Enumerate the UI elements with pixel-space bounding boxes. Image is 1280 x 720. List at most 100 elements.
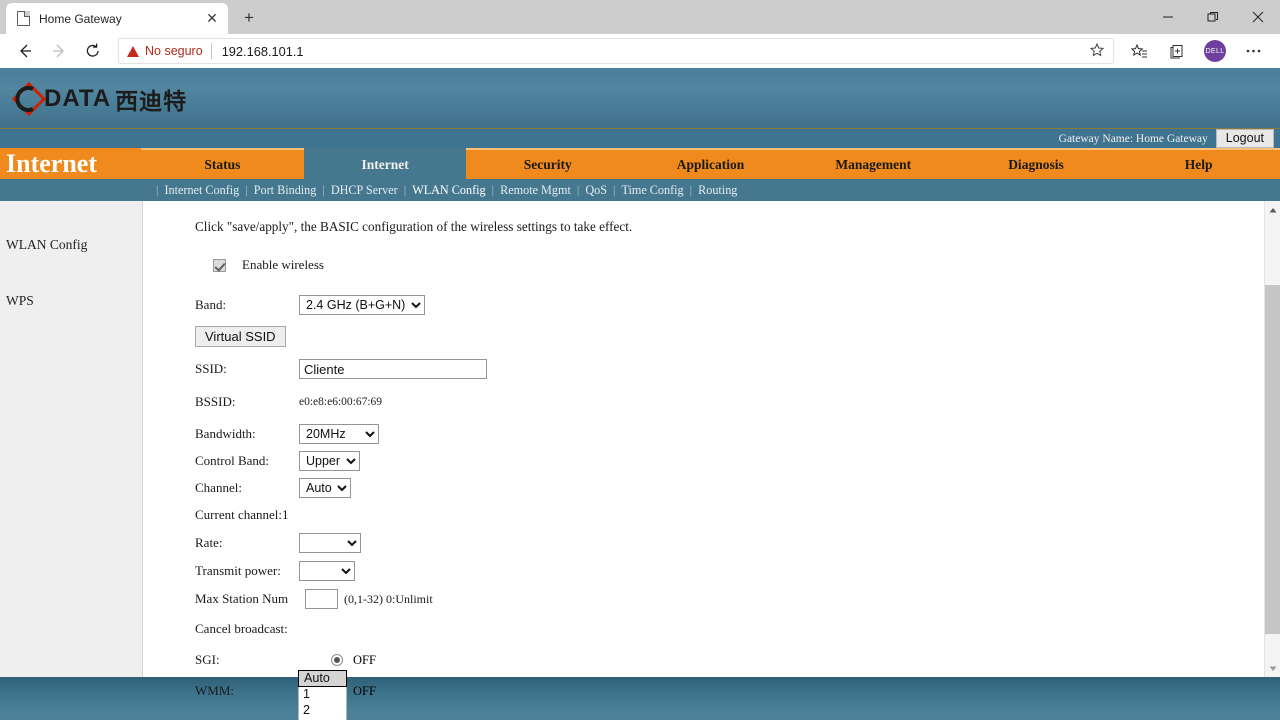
scroll-up-arrow-icon[interactable] (1265, 201, 1280, 218)
minimize-button[interactable] (1145, 0, 1190, 34)
security-status-label: No seguro (145, 44, 203, 58)
virtual-ssid-button[interactable]: Virtual SSID (195, 325, 286, 347)
logo-chinese-text: 西迪特 (115, 89, 188, 115)
collections-icon[interactable] (1158, 36, 1196, 66)
logo-diamond-icon (12, 82, 47, 116)
favorite-star-icon[interactable] (1089, 42, 1105, 61)
max-station-label: Max Station Num (195, 591, 289, 606)
submenu-item-remote-mgmt[interactable]: Remote Mgmt (500, 183, 571, 198)
control-band-row: Control Band: Upper (195, 450, 1280, 472)
close-window-button[interactable] (1235, 0, 1280, 34)
not-secure-warning-icon (127, 45, 139, 57)
channel-label: Channel: (195, 480, 242, 495)
bssid-label: BSSID: (195, 394, 236, 409)
ssid-input[interactable] (299, 359, 487, 379)
channel-select[interactable]: Auto (299, 478, 351, 498)
virtual-ssid-row: Virtual SSID (195, 325, 1280, 347)
sub-navigation: | Internet Config | Port Binding | DHCP … (0, 179, 1280, 201)
sgi-label: SGI: (195, 652, 220, 667)
channel-option-auto[interactable]: Auto (298, 670, 347, 687)
submenu-separator: | (322, 182, 325, 197)
nav-tab-list: Status Internet Security Application Man… (141, 148, 1280, 179)
cdata-logo: DATA 西迪特 (12, 82, 187, 116)
submenu-separator: | (156, 182, 159, 197)
content-area: Click "save/apply", the BASIC configurat… (143, 201, 1280, 698)
band-select[interactable]: 2.4 GHz (B+G+N) (299, 295, 425, 315)
transmit-power-label: Transmit power: (195, 563, 281, 578)
channel-option-1[interactable]: 1 (299, 687, 346, 703)
intro-text: Click "save/apply", the BASIC configurat… (195, 219, 633, 234)
submenu-item-qos[interactable]: QoS (585, 183, 607, 198)
sidebar-item-wlan-config[interactable]: WLAN Config (0, 231, 142, 259)
gateway-name-label: Gateway Name: Home Gateway (1058, 132, 1208, 145)
new-tab-button[interactable]: + (236, 6, 262, 31)
wireless-basic-form: Enable wireless Band: 2.4 GHz (B+G+N) Vi… (195, 257, 1280, 720)
max-station-input[interactable] (305, 589, 338, 609)
window-controls (1145, 0, 1280, 34)
current-channel-row: Current channel:1 (195, 504, 1280, 526)
enable-wireless-checkbox[interactable] (213, 258, 226, 272)
bandwidth-label: Bandwidth: (195, 426, 256, 441)
logo-brand-text: DATA (44, 85, 112, 112)
tab-strip: Home Gateway ✕ + (0, 0, 1280, 34)
cancel-broadcast-row: Cancel broadcast: (195, 618, 1280, 640)
band-label: Band: (195, 297, 227, 312)
scrollbar-thumb[interactable] (1265, 285, 1280, 634)
wmm-row: WMM: OFF (195, 680, 1280, 702)
scroll-down-arrow-icon[interactable] (1265, 660, 1280, 677)
channel-dropdown-list[interactable]: Auto12345678910111213 (298, 670, 347, 720)
more-options-icon[interactable] (1234, 36, 1272, 66)
submenu-item-dhcp-server[interactable]: DHCP Server (331, 183, 398, 198)
max-station-hint: (0,1-32) 0:Unlimit (344, 591, 433, 606)
sidebar-item-wps[interactable]: WPS (0, 287, 142, 315)
sgi-off-label: OFF (353, 653, 376, 667)
main-navigation: Internet Status Internet Security Applic… (0, 148, 1280, 179)
nav-tab-management[interactable]: Management (791, 148, 955, 179)
browser-tab-home-gateway[interactable]: Home Gateway ✕ (6, 3, 228, 34)
submenu-separator: | (613, 182, 616, 197)
bandwidth-select[interactable]: 20MHz (299, 424, 379, 444)
address-bar[interactable]: No seguro 192.168.101.1 (118, 38, 1114, 64)
sgi-off-radio[interactable] (331, 654, 343, 667)
submenu-item-port-binding[interactable]: Port Binding (254, 183, 317, 198)
submenu-separator: | (245, 182, 248, 197)
maximize-restore-button[interactable] (1190, 0, 1235, 34)
submenu-item-internet-config[interactable]: Internet Config (164, 183, 239, 198)
gateway-status-bar: Gateway Name: Home Gateway Logout (0, 128, 1280, 148)
rate-select[interactable] (299, 533, 361, 553)
enable-wireless-row: Enable wireless (213, 257, 1280, 273)
bandwidth-row: Bandwidth: 20MHz (195, 423, 1280, 445)
profile-avatar[interactable]: DELL (1196, 36, 1234, 66)
sidebar: WLAN Config WPS (0, 201, 143, 677)
logout-button[interactable]: Logout (1215, 129, 1274, 148)
nav-tab-help[interactable]: Help (1117, 148, 1280, 179)
submenu-item-wlan-config[interactable]: WLAN Config (412, 183, 485, 198)
browser-toolbar: No seguro 192.168.101.1 DELL (0, 34, 1280, 68)
page-body: WLAN Config WPS Click "save/apply", the … (0, 201, 1280, 720)
submenu-item-routing[interactable]: Routing (698, 183, 737, 198)
nav-tab-status[interactable]: Status (141, 148, 304, 179)
back-icon[interactable] (8, 36, 42, 66)
close-tab-icon[interactable]: ✕ (204, 10, 220, 27)
submenu-separator: | (491, 182, 495, 197)
submenu-separator: | (689, 182, 693, 197)
nav-tab-diagnosis[interactable]: Diagnosis (954, 148, 1118, 179)
avatar-label: DELL (1204, 40, 1226, 62)
nav-tab-internet[interactable]: Internet (303, 148, 467, 179)
channel-row: Channel: Auto (195, 477, 1280, 499)
submenu-item-time-config[interactable]: Time Config (621, 183, 683, 198)
omnibox-divider (210, 43, 212, 59)
channel-option-2[interactable]: 2 (299, 703, 346, 719)
nav-tab-application[interactable]: Application (629, 148, 792, 179)
tab-title: Home Gateway (39, 11, 122, 26)
page-scrollbar[interactable] (1264, 201, 1280, 677)
reload-icon[interactable] (76, 36, 110, 66)
current-channel-label: Current channel:1 (195, 507, 289, 522)
control-band-select[interactable]: Upper (299, 451, 360, 471)
nav-tab-security[interactable]: Security (466, 148, 630, 179)
favorites-list-icon[interactable] (1120, 36, 1158, 66)
rate-row: Rate: (195, 532, 1280, 554)
ssid-row: SSID: (195, 358, 1280, 380)
transmit-power-select[interactable] (299, 561, 355, 581)
ssid-label: SSID: (195, 361, 227, 376)
